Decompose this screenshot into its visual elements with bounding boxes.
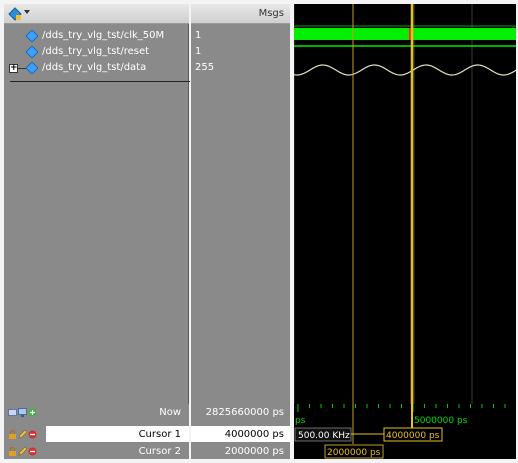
ruler-left-label: ps	[295, 416, 306, 426]
signal-diamond-icon	[26, 30, 38, 42]
expand-toggle-icon[interactable]: +	[9, 64, 18, 73]
clk-waveform	[294, 28, 516, 40]
cursor-1-label: Cursor 1	[138, 429, 181, 440]
signal-name: /dds_try_vlg_tst/reset	[42, 46, 150, 57]
values-header: Msgs	[191, 4, 290, 24]
cursor-1-value: 4000000 ps	[224, 429, 284, 440]
signal-name: /dds_try_vlg_tst/clk_50M	[42, 30, 165, 41]
waveform-pane[interactable]	[294, 4, 516, 404]
tree-connector	[18, 68, 26, 69]
signal-value-data: 255	[195, 62, 215, 73]
signal-row-data[interactable]: + /dds_try_vlg_tst/data	[4, 60, 189, 76]
cursor-1-marker: 4000000 ps	[386, 431, 440, 441]
signal-values-pane: Msgs 1 1 255	[191, 4, 290, 404]
signal-name: /dds_try_vlg_tst/data	[42, 62, 147, 73]
cursor-2-value: 2000000 ps	[224, 446, 284, 457]
signal-value-reset: 1	[195, 46, 202, 57]
pencil-icon[interactable]	[18, 447, 27, 456]
data-analog-waveform	[294, 64, 516, 76]
cursor-2-marker: 2000000 ps	[327, 448, 381, 458]
wave-window: /dds_try_vlg_tst/clk_50M /dds_try_vlg_ts…	[0, 0, 518, 463]
cursor-names-pane: Now Cursor 1 Cursor 2	[4, 404, 189, 459]
delete-cursor-icon[interactable]	[28, 430, 37, 439]
delete-cursor-icon[interactable]	[28, 447, 37, 456]
clock-icon[interactable]	[8, 408, 17, 417]
wave-menu-icon[interactable]	[8, 7, 22, 21]
time-ruler-pane[interactable]: ps 5000000 ps 500.00 KHz 4000000 ps 2000…	[294, 404, 516, 459]
now-label: Now	[159, 407, 181, 418]
signal-row-clk[interactable]: /dds_try_vlg_tst/clk_50M	[4, 28, 189, 44]
signal-row-reset[interactable]: /dds_try_vlg_tst/reset	[4, 44, 189, 60]
signal-diamond-icon	[26, 46, 38, 58]
names-header	[4, 4, 189, 24]
chevron-down-icon[interactable]	[24, 10, 30, 14]
signal-value-clk: 1	[195, 30, 202, 41]
now-value: 2825660000 ps	[205, 407, 284, 418]
selected-row-underline	[10, 81, 190, 82]
monitor-icon[interactable]	[18, 408, 27, 417]
signal-diamond-icon	[26, 62, 38, 74]
lock-icon[interactable]	[8, 447, 17, 456]
ruler-ticks	[297, 404, 506, 412]
time-ruler[interactable]: ps 5000000 ps 500.00 KHz 4000000 ps 2000…	[294, 404, 516, 459]
add-cursor-icon[interactable]	[28, 408, 37, 417]
lock-icon[interactable]	[8, 430, 17, 439]
cursor-panel: Now Cursor 1 Cursor 2 2825660000 ps 4000…	[0, 404, 518, 463]
cursor-values-pane: 2825660000 ps 4000000 ps 2000000 ps	[191, 404, 290, 459]
signal-names-pane: /dds_try_vlg_tst/clk_50M /dds_try_vlg_ts…	[4, 4, 190, 404]
cursor-2-label: Cursor 2	[138, 446, 181, 457]
ruler-right-label: 5000000 ps	[414, 416, 468, 426]
waveform-canvas[interactable]	[294, 4, 516, 404]
msgs-header-label: Msgs	[258, 8, 284, 19]
pencil-icon[interactable]	[18, 430, 27, 439]
frequency-label: 500.00 KHz	[298, 431, 350, 441]
